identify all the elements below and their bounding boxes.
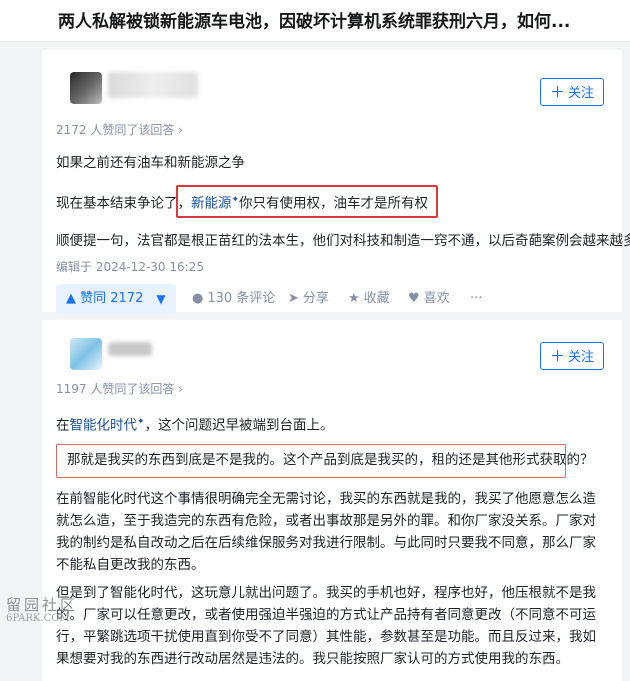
edited-time: 编辑于 2024-12-30 16:25 [56,260,204,274]
site-watermark: 留园社区 6PARK.COM [6,598,86,626]
paragraph-text: 现在基本结束争论了， [56,195,191,212]
author-row: ＋关注 [56,320,608,380]
answer-paragraph: 顺便提一句，法官都是根正苗红的法本生，他们对科技和制造一窍不通，以后奇葩案例会越… [56,233,630,249]
author-name-blurred [108,72,198,98]
watermark-line: 留园社区 [6,596,79,614]
share-label: 分享 [302,291,329,306]
plus-icon: ＋ [549,347,565,365]
share-button[interactable]: ➤ 分享 [288,284,329,314]
author-name-blurred [108,342,152,356]
avatar[interactable] [70,338,102,370]
answer-paragraph: 但是到了智能化时代，这玩意儿就出问题了。我买的手机也好，程序也好，他压根就不是我… [56,585,596,667]
more-button[interactable]: ··· [470,284,482,314]
follow-button-label: 关注 [568,86,595,101]
follow-button[interactable]: ＋关注 [540,78,604,106]
comments-label: 130 条评论 [207,291,276,306]
answer-paragraph: 在前智能化时代这个事情很明确完全无需讨论，我买的东西就是我的，我买了他愿意怎么造… [56,491,596,573]
answer-paragraph: 在智能化时代✦，这个问题迟早被端到台面上。 [56,412,334,436]
follow-button-label: 关注 [568,350,595,365]
votes-meta[interactable]: 1197 人赞同了该回答 › [56,380,183,397]
vote-down-button[interactable]: ▼ [146,284,176,314]
answer-paragraph: 如果之前还有油车和新能源之争 [56,155,245,171]
paragraph-text: 在 [56,417,70,434]
highlighted-quote: 那就是我买的东西到底是不是我的。这个产品到底是我买的，租的还是其他形式获取的？ [56,444,594,478]
answer-card: ＋关注 1197 人赞同了该回答 › 在智能化时代✦，这个问题迟早被端到台面上。… [42,320,622,681]
heart-icon: ♥ [408,291,420,306]
paragraph-text: ，这个问题迟早被端到台面上。 [144,417,334,434]
comment-icon: ● [192,291,204,306]
favorite-button[interactable]: ★ 收藏 [348,284,390,314]
plus-icon: ＋ [549,83,565,101]
like-button[interactable]: ♥ 喜欢 [408,284,450,314]
like-label: 喜欢 [423,291,450,306]
star-icon: ★ [348,291,360,306]
follow-button[interactable]: ＋关注 [540,342,604,370]
answer-card: ＋关注 2172 人赞同了该回答 › 如果之前还有油车和新能源之争 现在基本结束… [42,50,630,314]
avatar[interactable] [70,72,102,104]
keyword-link[interactable]: 智能化时代 [70,418,138,434]
question-title[interactable]: 两人私解被锁新能源车电池，因破坏计算机系统罪获刑六月，如何... [0,0,630,42]
author-row: ＋关注 [56,50,608,110]
action-bar: ▲ 赞同 2172 ▼ ● 130 条评论 ➤ 分享 ★ 收藏 ♥ 喜欢 ··· [56,284,616,314]
votes-meta[interactable]: 2172 人赞同了该回答 › [56,121,183,138]
share-icon: ➤ [288,291,299,306]
highlight-annotation [176,185,438,218]
search-star-icon: ✦ [137,417,145,427]
comments-button[interactable]: ● 130 条评论 [192,284,275,314]
watermark-line: 6PARK.COM [6,613,70,624]
vote-up-button[interactable]: ▲ 赞同 2172 [56,284,154,314]
favorite-label: 收藏 [363,291,390,306]
